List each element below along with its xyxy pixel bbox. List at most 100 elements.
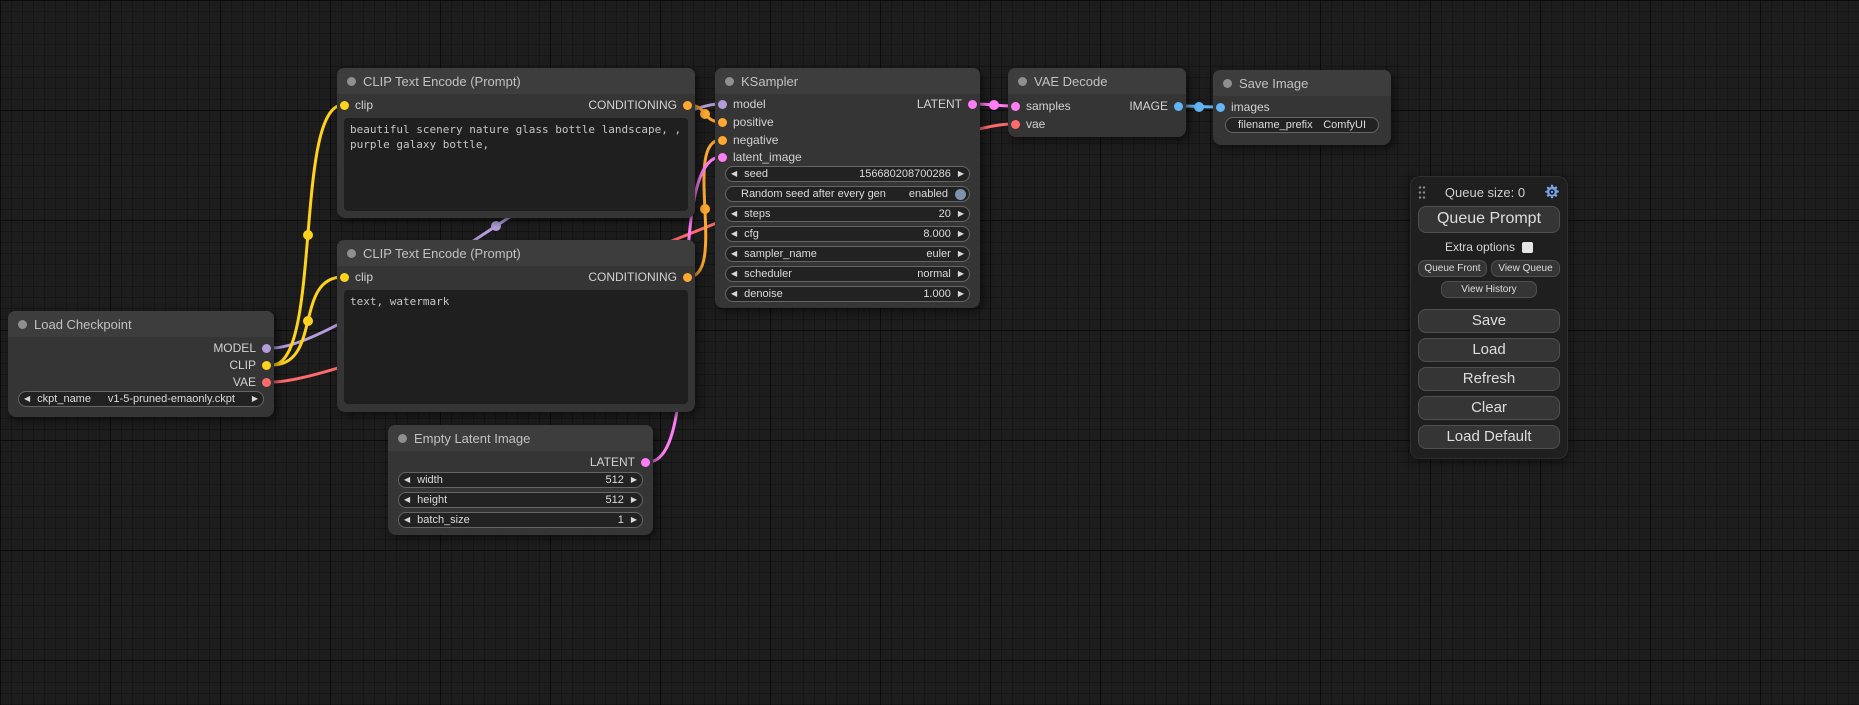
collapse-dot[interactable] [18, 320, 27, 329]
decrement-arrow-icon[interactable]: ◀ [731, 290, 737, 298]
settings-gear-icon[interactable] [1544, 184, 1560, 200]
output-dot-clip[interactable] [262, 361, 271, 370]
input-slot-clip[interactable]: clip [340, 98, 373, 112]
increment-arrow-icon[interactable]: ▶ [252, 395, 258, 403]
output-dot-conditioning[interactable] [683, 273, 692, 282]
cfg-widget[interactable]: ◀ cfg 8.000 ▶ [725, 226, 970, 242]
decrement-arrow-icon[interactable]: ◀ [404, 476, 410, 484]
clear-button[interactable]: Clear [1418, 396, 1560, 420]
prompt-textarea[interactable]: beautiful scenery nature glass bottle la… [344, 118, 688, 211]
load-default-button[interactable]: Load Default [1418, 425, 1560, 449]
output-dot-conditioning[interactable] [683, 101, 692, 110]
refresh-button[interactable]: Refresh [1418, 367, 1560, 391]
queue-front-button[interactable]: Queue Front [1418, 260, 1487, 277]
width-widget[interactable]: ◀ width 512 ▶ [398, 472, 643, 488]
input-dot-clip[interactable] [340, 101, 349, 110]
input-dot-model[interactable] [718, 100, 727, 109]
input-slot-negative[interactable]: negative [718, 133, 778, 147]
output-slot-conditioning[interactable]: CONDITIONING [588, 98, 692, 112]
node-load-checkpoint[interactable]: Load Checkpoint MODEL CLIP VAE ◀ ckpt_na… [8, 311, 274, 417]
view-history-button[interactable]: View History [1441, 281, 1538, 298]
prompt-textarea[interactable]: text, watermark [344, 290, 688, 404]
comfyui-canvas[interactable]: { "colors": { "model": "#b39ddb", "clip"… [0, 0, 1859, 705]
node-clip-text-encode-negative[interactable]: CLIP Text Encode (Prompt) clip CONDITION… [337, 240, 695, 412]
decrement-arrow-icon[interactable]: ◀ [731, 230, 737, 238]
height-widget[interactable]: ◀ height 512 ▶ [398, 492, 643, 508]
input-slot-images[interactable]: images [1216, 100, 1270, 114]
node-ksampler[interactable]: KSampler model positive negative latent_… [715, 68, 980, 308]
input-dot-negative[interactable] [718, 136, 727, 145]
output-slot-model[interactable]: MODEL [213, 341, 271, 355]
decrement-arrow-icon[interactable]: ◀ [731, 250, 737, 258]
increment-arrow-icon[interactable]: ▶ [958, 290, 964, 298]
output-dot-image[interactable] [1174, 102, 1183, 111]
view-queue-button[interactable]: View Queue [1491, 260, 1560, 277]
output-dot-model[interactable] [262, 344, 271, 353]
decrement-arrow-icon[interactable]: ◀ [404, 496, 410, 504]
increment-arrow-icon[interactable]: ▶ [958, 230, 964, 238]
increment-arrow-icon[interactable]: ▶ [631, 476, 637, 484]
input-dot-latent-image[interactable] [718, 153, 727, 162]
decrement-arrow-icon[interactable]: ◀ [24, 395, 30, 403]
decrement-arrow-icon[interactable]: ◀ [404, 516, 410, 524]
decrement-arrow-icon[interactable]: ◀ [731, 210, 737, 218]
output-slot-vae[interactable]: VAE [233, 375, 271, 389]
node-title-bar[interactable]: VAE Decode [1008, 68, 1186, 94]
scheduler-widget[interactable]: ◀ scheduler normal ▶ [725, 266, 970, 282]
input-slot-vae[interactable]: vae [1011, 117, 1045, 131]
node-title-bar[interactable]: KSampler [715, 68, 980, 94]
node-title-bar[interactable]: Load Checkpoint [8, 311, 274, 337]
seed-widget[interactable]: ◀ seed 156680208700286 ▶ [725, 166, 970, 182]
node-vae-decode[interactable]: VAE Decode samples IMAGE vae [1008, 68, 1186, 137]
output-dot-vae[interactable] [262, 378, 271, 387]
node-title-bar[interactable]: CLIP Text Encode (Prompt) [337, 240, 695, 266]
sampler-name-widget[interactable]: ◀ sampler_name euler ▶ [725, 246, 970, 262]
denoise-widget[interactable]: ◀ denoise 1.000 ▶ [725, 286, 970, 302]
batch-size-widget[interactable]: ◀ batch_size 1 ▶ [398, 512, 643, 528]
steps-widget[interactable]: ◀ steps 20 ▶ [725, 206, 970, 222]
input-dot-samples[interactable] [1011, 102, 1020, 111]
output-slot-clip[interactable]: CLIP [229, 358, 271, 372]
collapse-dot[interactable] [1223, 79, 1232, 88]
input-dot-images[interactable] [1216, 103, 1225, 112]
collapse-dot[interactable] [725, 77, 734, 86]
queue-prompt-button[interactable]: Queue Prompt [1418, 206, 1560, 233]
increment-arrow-icon[interactable]: ▶ [958, 210, 964, 218]
decrement-arrow-icon[interactable]: ◀ [731, 170, 737, 178]
random-seed-toggle[interactable] [955, 189, 966, 200]
increment-arrow-icon[interactable]: ▶ [631, 496, 637, 504]
input-slot-positive[interactable]: positive [718, 115, 774, 129]
increment-arrow-icon[interactable]: ▶ [958, 250, 964, 258]
node-title-bar[interactable]: CLIP Text Encode (Prompt) [337, 68, 695, 94]
output-slot-latent[interactable]: LATENT [917, 97, 977, 111]
node-empty-latent-image[interactable]: Empty Latent Image LATENT ◀ width 512 ▶ … [388, 425, 653, 535]
input-slot-model[interactable]: model [718, 97, 766, 111]
increment-arrow-icon[interactable]: ▶ [631, 516, 637, 524]
increment-arrow-icon[interactable]: ▶ [958, 270, 964, 278]
decrement-arrow-icon[interactable]: ◀ [731, 270, 737, 278]
input-dot-vae[interactable] [1011, 120, 1020, 129]
ckpt-name-widget[interactable]: ◀ ckpt_name v1-5-pruned-emaonly.ckpt ▶ [18, 391, 264, 407]
output-slot-latent[interactable]: LATENT [590, 455, 650, 469]
node-clip-text-encode-positive[interactable]: CLIP Text Encode (Prompt) clip CONDITION… [337, 68, 695, 218]
node-title-bar[interactable]: Empty Latent Image [388, 425, 653, 451]
save-button[interactable]: Save [1418, 309, 1560, 333]
input-slot-clip[interactable]: clip [340, 270, 373, 284]
collapse-dot[interactable] [347, 249, 356, 258]
collapse-dot[interactable] [1018, 77, 1027, 86]
node-save-image[interactable]: Save Image images filename_prefix ComfyU… [1213, 70, 1391, 145]
collapse-dot[interactable] [347, 77, 356, 86]
extra-options-checkbox[interactable] [1522, 242, 1533, 253]
output-slot-conditioning[interactable]: CONDITIONING [588, 270, 692, 284]
node-title-bar[interactable]: Save Image [1213, 70, 1391, 96]
input-dot-clip[interactable] [340, 273, 349, 282]
random-seed-widget[interactable]: Random seed after every gen enabled [725, 186, 970, 202]
drag-handle-icon[interactable] [1418, 185, 1426, 199]
input-slot-samples[interactable]: samples [1011, 99, 1071, 113]
collapse-dot[interactable] [398, 434, 407, 443]
increment-arrow-icon[interactable]: ▶ [958, 170, 964, 178]
input-slot-latent-image[interactable]: latent_image [718, 150, 802, 164]
output-dot-latent[interactable] [968, 100, 977, 109]
output-slot-image[interactable]: IMAGE [1129, 99, 1183, 113]
load-button[interactable]: Load [1418, 338, 1560, 362]
